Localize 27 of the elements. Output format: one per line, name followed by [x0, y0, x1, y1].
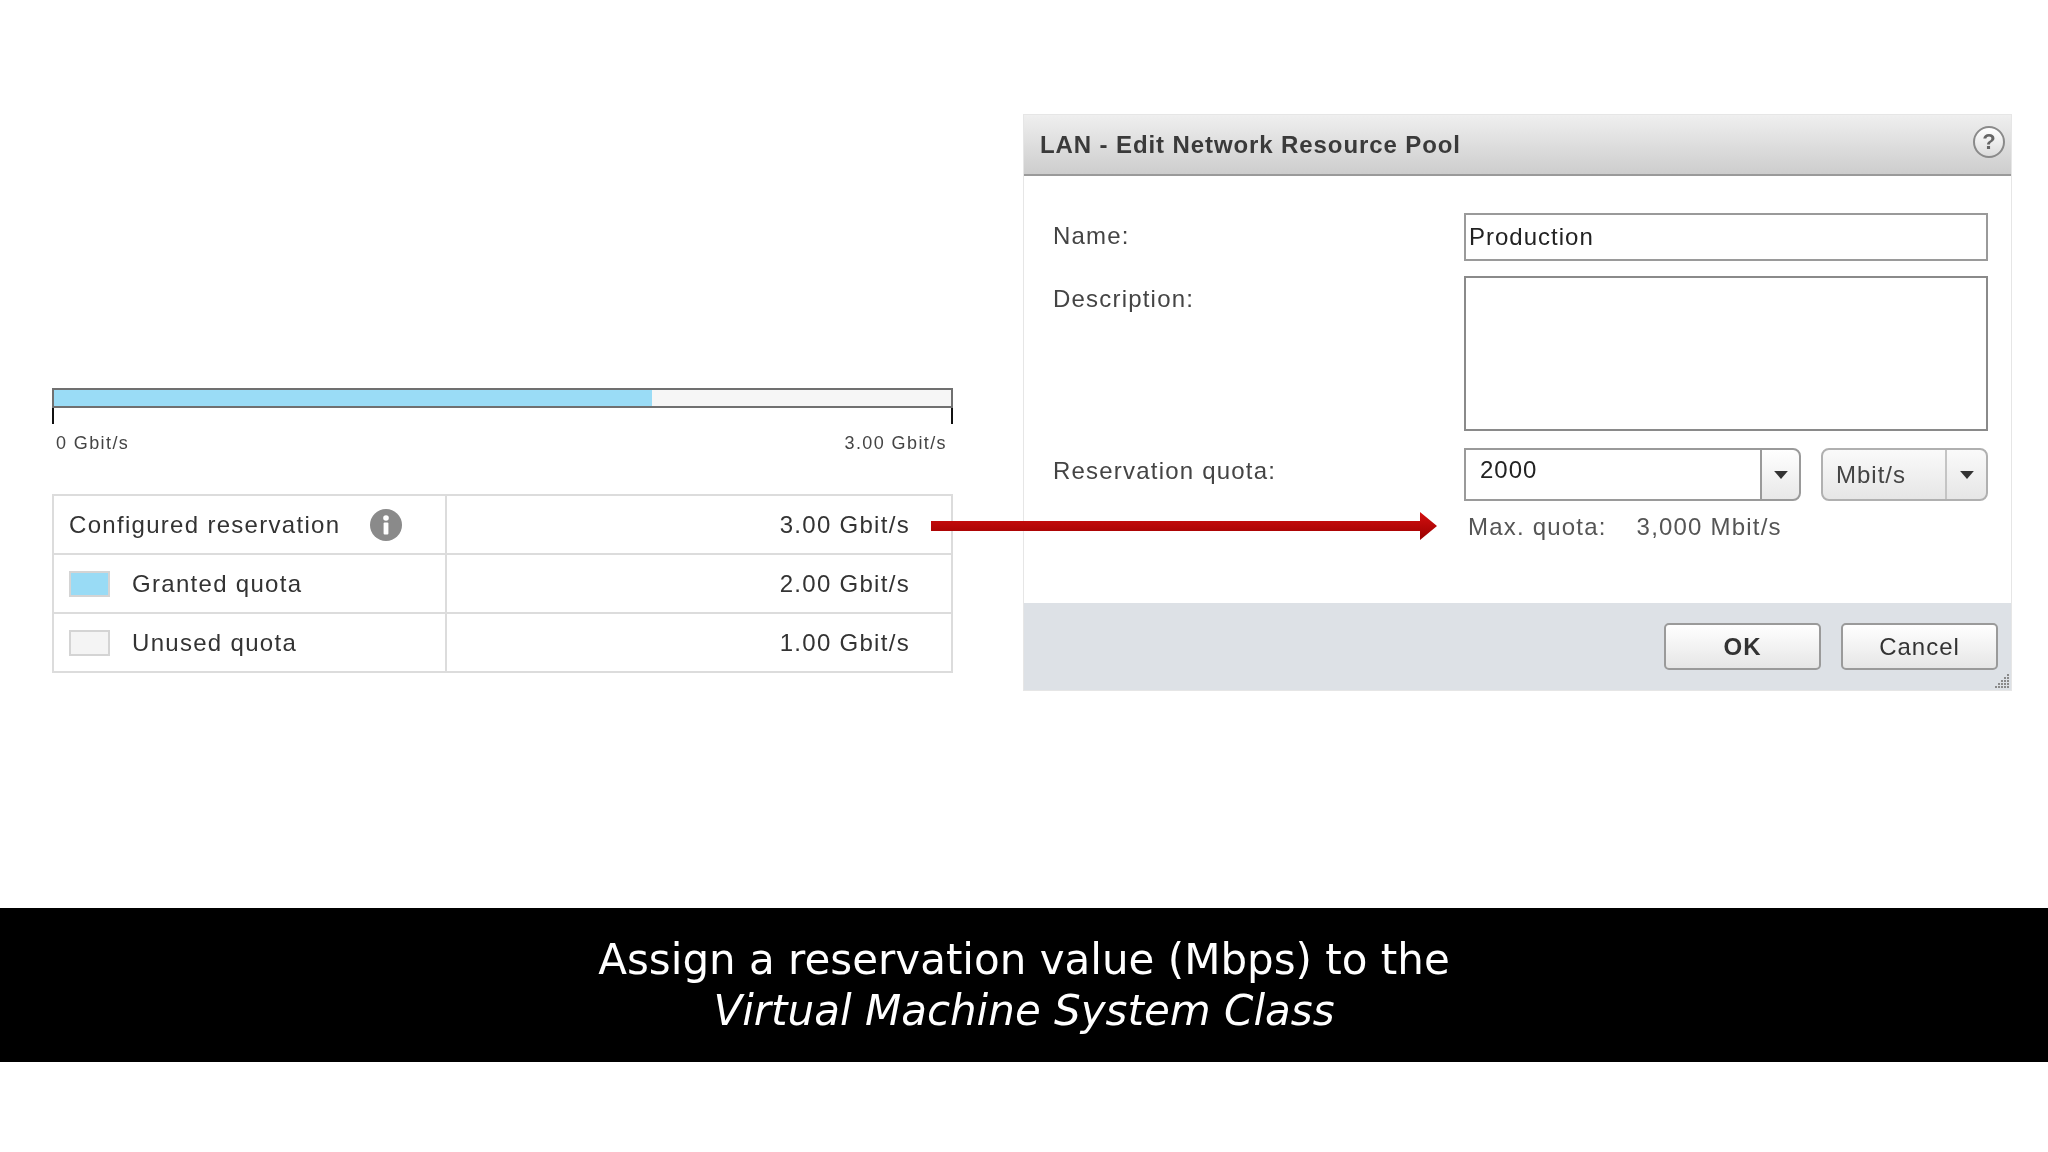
field-label: Reservation quota: [1053, 456, 1278, 486]
limit-label: Max. quota: [1468, 513, 1607, 541]
resize-grip-icon[interactable] [1994, 673, 2010, 689]
quota-input[interactable]: 2000 [1464, 448, 1760, 501]
description-field[interactable] [1464, 276, 1988, 431]
row-label: Configured reservation [69, 510, 341, 539]
help-button[interactable]: ? [1973, 125, 2005, 158]
dialog-title: LAN - Edit Network Resource Pool [1040, 130, 1461, 159]
caret-icon [1959, 470, 1974, 479]
caret-icon [1773, 470, 1788, 479]
row-label: Unused quota [132, 628, 298, 657]
info-icon[interactable] [370, 508, 403, 541]
row-value: 1.00 Gbit/s [779, 628, 910, 657]
row-value: 3.00 Gbit/s [779, 510, 910, 539]
limit-value: 3,000 Mbit/s [1636, 513, 1782, 541]
field-label: Name: [1053, 221, 1131, 251]
scale-min-label: 0 Gbit/s [56, 432, 130, 454]
row-label: Granted quota [132, 569, 303, 598]
row-value: 2.00 Gbit/s [779, 569, 910, 598]
unit-dropdown[interactable]: Mbit/s [1821, 448, 1988, 501]
scale-max-label: 3.00 Gbit/s [844, 432, 947, 454]
field-label: Description: [1053, 284, 1196, 314]
quota-dropdown-button[interactable] [1760, 448, 1801, 501]
caption-text: Assign a reservation value (Mbps) to the Virtual Machine System Class [597, 934, 1451, 1036]
dialog-button[interactable]: OK [1664, 623, 1821, 670]
dialog-button[interactable]: Cancel [1841, 623, 1998, 670]
name-input[interactable]: Production [1464, 213, 1988, 261]
